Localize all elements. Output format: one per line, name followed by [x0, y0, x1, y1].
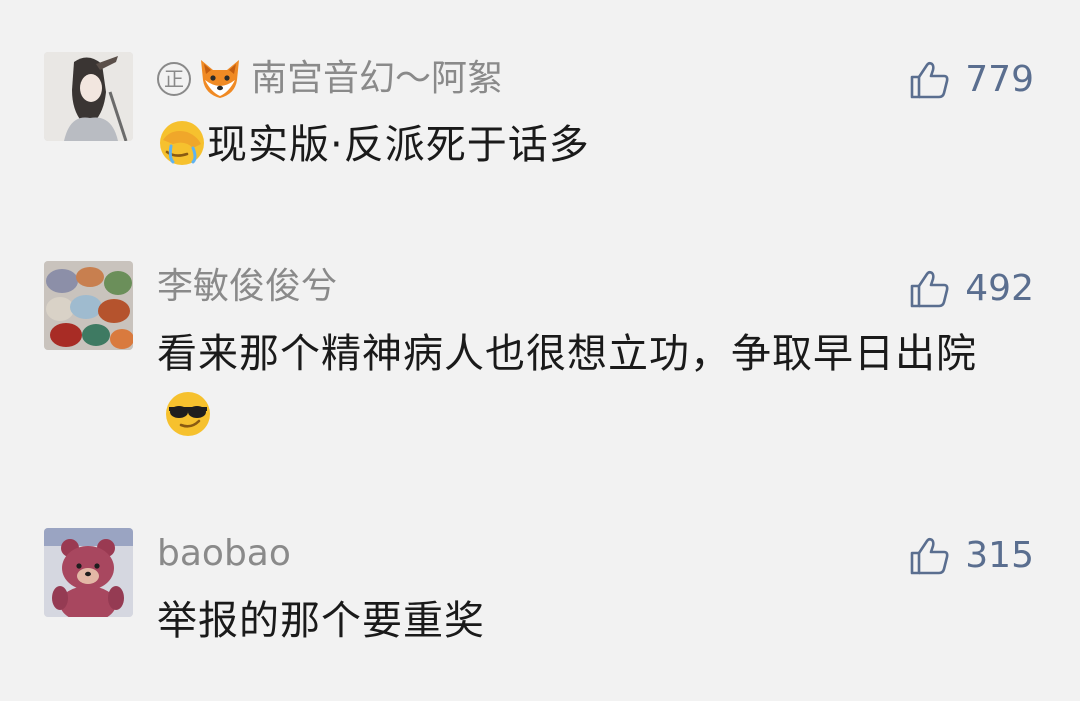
- nickname-text: 南宫音幻～阿絮: [251, 58, 504, 99]
- nickname[interactable]: 正 南宫音幻～阿絮: [157, 56, 503, 102]
- like-count: 492: [965, 268, 1034, 309]
- like-count: 315: [965, 535, 1034, 576]
- comment-list: 正 南宫音幻～阿絮 779 现实版·反派死于话多 李敏俊俊兮 492 看来那个精…: [0, 0, 1080, 701]
- nickname[interactable]: 李敏俊俊兮: [157, 265, 337, 309]
- zheng-badge-icon: 正: [157, 62, 191, 96]
- avatar[interactable]: [44, 528, 133, 617]
- thumbs-up-icon: [910, 270, 949, 308]
- nickname-text: baobao: [157, 533, 291, 574]
- fox-emoji-icon: [201, 60, 239, 98]
- face-palm-crying-emoji-icon: [160, 121, 204, 165]
- thumbs-up-icon: [910, 537, 949, 575]
- like-button[interactable]: 492: [909, 267, 1034, 311]
- comment-text: 现实版·反派死于话多: [157, 114, 1017, 176]
- like-button[interactable]: 315: [909, 534, 1034, 578]
- comment-text-content: 看来那个精神病人也很想立功，争取早日出院: [157, 331, 977, 377]
- comment-text: 看来那个精神病人也很想立功，争取早日出院: [157, 323, 1017, 447]
- like-button[interactable]: 779: [909, 58, 1034, 102]
- comment-text-content: 现实版·反派死于话多: [207, 122, 590, 168]
- nickname-text: 李敏俊俊兮: [157, 266, 338, 307]
- like-count: 779: [965, 59, 1034, 100]
- avatar[interactable]: [44, 52, 133, 141]
- comment-text-content: 举报的那个要重奖: [157, 598, 485, 644]
- thumbs-up-icon: [910, 61, 949, 99]
- comment-text: 举报的那个要重奖: [157, 590, 1017, 652]
- avatar[interactable]: [44, 261, 133, 350]
- sunglasses-smirk-emoji-icon: [166, 392, 210, 436]
- nickname[interactable]: baobao: [157, 532, 291, 576]
